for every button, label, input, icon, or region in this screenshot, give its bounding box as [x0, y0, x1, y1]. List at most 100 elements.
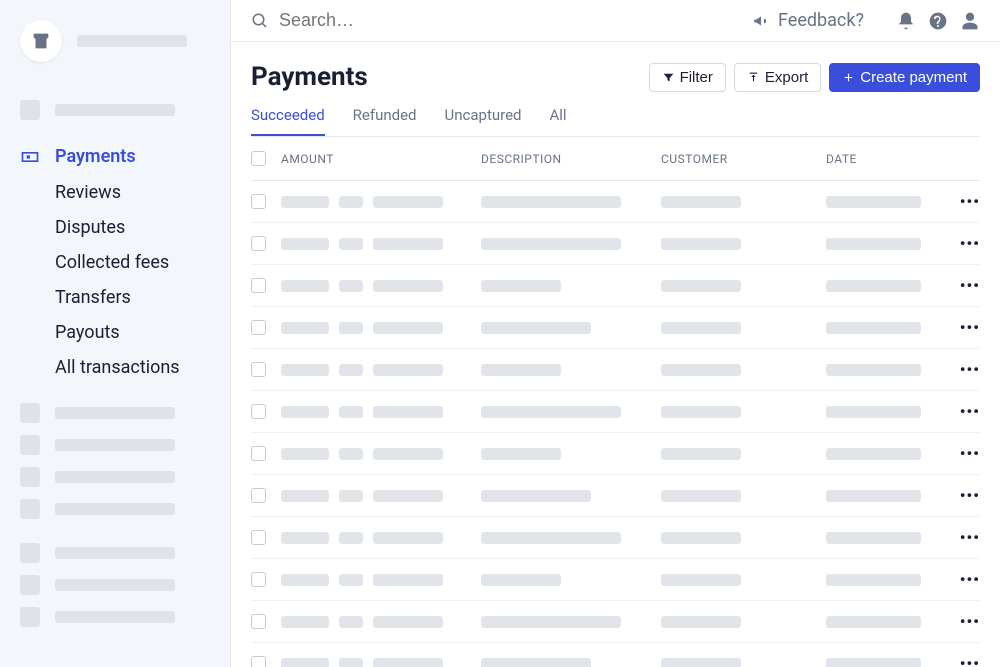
sidebar-item-label: Payments	[55, 146, 136, 167]
col-header-date: DATE	[826, 152, 950, 166]
sidebar-subitem-reviews[interactable]: Reviews	[55, 175, 230, 210]
row-more-icon[interactable]: •••	[960, 318, 980, 337]
table-row[interactable]: •••	[251, 181, 980, 223]
filter-icon	[662, 71, 675, 84]
topbar: Feedback?	[231, 0, 1000, 42]
table-row[interactable]: •••	[251, 307, 980, 349]
filter-button[interactable]: Filter	[649, 63, 726, 92]
table-row[interactable]: •••	[251, 601, 980, 643]
row-checkbox[interactable]	[251, 278, 266, 293]
sidebar-item-placeholder[interactable]	[20, 569, 210, 601]
row-more-icon[interactable]: •••	[960, 360, 980, 379]
help-icon	[928, 11, 948, 31]
payments-table: AMOUNT DESCRIPTION CUSTOMER DATE ••• ••• •…	[231, 137, 1000, 667]
table-row[interactable]: •••	[251, 559, 980, 601]
sidebar-subitem-all-transactions[interactable]: All transactions	[55, 350, 230, 385]
sidebar-item-placeholder[interactable]	[20, 397, 210, 429]
feedback-label: Feedback?	[778, 10, 864, 31]
sidebar-group-1	[0, 82, 230, 126]
row-more-icon[interactable]: •••	[960, 612, 980, 631]
row-checkbox[interactable]	[251, 236, 266, 251]
tab-all[interactable]: All	[550, 106, 567, 136]
row-checkbox[interactable]	[251, 194, 266, 209]
table-row[interactable]: •••	[251, 223, 980, 265]
table-row[interactable]: •••	[251, 517, 980, 559]
row-more-icon[interactable]: •••	[960, 444, 980, 463]
tabs: Succeeded Refunded Uncaptured All	[251, 106, 980, 137]
page-header: Payments Filter Export Create payment	[231, 42, 1000, 137]
row-checkbox[interactable]	[251, 446, 266, 461]
row-more-icon[interactable]: •••	[960, 654, 980, 667]
megaphone-icon	[752, 12, 770, 30]
table-row[interactable]: •••	[251, 265, 980, 307]
store-logo	[20, 20, 62, 62]
row-checkbox[interactable]	[251, 614, 266, 629]
table-row[interactable]: •••	[251, 643, 980, 667]
store-icon	[30, 30, 52, 52]
row-checkbox[interactable]	[251, 488, 266, 503]
account-button[interactable]	[960, 11, 980, 31]
sidebar-subitem-transfers[interactable]: Transfers	[55, 280, 230, 315]
select-all-checkbox[interactable]	[251, 151, 266, 166]
table-row[interactable]: •••	[251, 475, 980, 517]
sidebar-subitem-disputes[interactable]: Disputes	[55, 210, 230, 245]
row-more-icon[interactable]: •••	[960, 528, 980, 547]
row-checkbox[interactable]	[251, 404, 266, 419]
filter-label: Filter	[680, 69, 713, 86]
table-row[interactable]: •••	[251, 433, 980, 475]
sidebar-subitem-payouts[interactable]: Payouts	[55, 315, 230, 350]
sidebar-item-placeholder[interactable]	[20, 537, 210, 569]
table-header: AMOUNT DESCRIPTION CUSTOMER DATE	[251, 137, 980, 181]
row-more-icon[interactable]: •••	[960, 276, 980, 295]
help-button[interactable]	[928, 11, 948, 31]
tab-uncaptured[interactable]: Uncaptured	[445, 106, 522, 136]
sidebar-group-3	[0, 525, 230, 633]
row-more-icon[interactable]: •••	[960, 402, 980, 421]
row-checkbox[interactable]	[251, 362, 266, 377]
table-row[interactable]: •••	[251, 391, 980, 433]
export-label: Export	[765, 69, 808, 86]
sidebar-group-2	[0, 385, 230, 525]
row-more-icon[interactable]: •••	[960, 192, 980, 211]
feedback-link[interactable]: Feedback?	[752, 10, 864, 31]
row-checkbox[interactable]	[251, 320, 266, 335]
col-header-customer: CUSTOMER	[661, 152, 826, 166]
search-box[interactable]	[251, 10, 752, 31]
export-icon	[747, 71, 760, 84]
notifications-button[interactable]	[896, 11, 916, 31]
export-button[interactable]: Export	[734, 63, 821, 92]
brand-name-placeholder	[77, 35, 187, 47]
payments-subnav: Reviews Disputes Collected fees Transfer…	[0, 175, 230, 385]
main-content: Feedback? Payments Filter	[230, 0, 1000, 667]
create-label: Create payment	[860, 69, 967, 86]
sidebar-item-placeholder[interactable]	[20, 94, 210, 126]
sidebar-item-payments[interactable]: Payments	[0, 138, 230, 175]
brand-row	[0, 20, 230, 82]
sidebar: Payments Reviews Disputes Collected fees…	[0, 0, 230, 667]
row-more-icon[interactable]: •••	[960, 234, 980, 253]
row-checkbox[interactable]	[251, 656, 266, 667]
create-payment-button[interactable]: Create payment	[829, 63, 980, 92]
page-title: Payments	[251, 62, 368, 92]
search-icon	[251, 12, 269, 30]
sidebar-item-placeholder[interactable]	[20, 601, 210, 633]
header-actions: Filter Export Create payment	[649, 63, 980, 92]
row-more-icon[interactable]: •••	[960, 570, 980, 589]
row-checkbox[interactable]	[251, 530, 266, 545]
sidebar-item-placeholder[interactable]	[20, 493, 210, 525]
bell-icon	[896, 11, 916, 31]
plus-icon	[842, 71, 855, 84]
search-input[interactable]	[279, 10, 579, 31]
sidebar-subitem-collected-fees[interactable]: Collected fees	[55, 245, 230, 280]
sidebar-item-placeholder[interactable]	[20, 461, 210, 493]
sidebar-item-placeholder[interactable]	[20, 429, 210, 461]
col-header-amount: AMOUNT	[281, 152, 481, 166]
payments-icon	[20, 147, 40, 167]
tab-refunded[interactable]: Refunded	[353, 106, 417, 136]
row-checkbox[interactable]	[251, 572, 266, 587]
row-more-icon[interactable]: •••	[960, 486, 980, 505]
table-row[interactable]: •••	[251, 349, 980, 391]
col-header-description: DESCRIPTION	[481, 152, 661, 166]
tab-succeeded[interactable]: Succeeded	[251, 106, 325, 136]
user-icon	[960, 11, 980, 31]
